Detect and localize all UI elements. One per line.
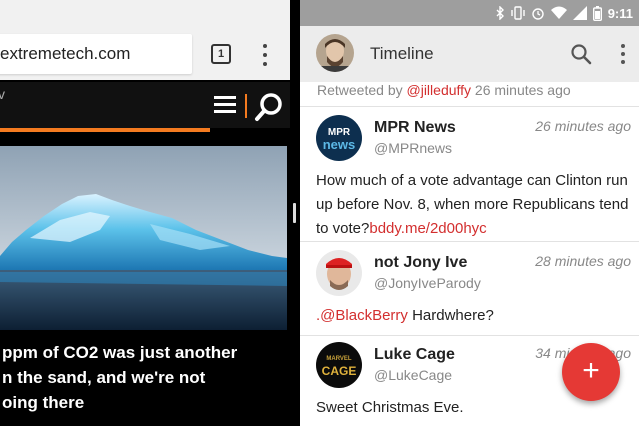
wifi-icon — [550, 6, 567, 19]
tweet-body: How much of a vote advantage can Clinton… — [316, 169, 634, 241]
retweet-time: 26 minutes ago — [471, 82, 571, 98]
tweet-author-name[interactable]: Luke Cage — [374, 346, 455, 364]
address-bar-url[interactable]: extremetech.com — [0, 44, 130, 64]
hamburger-menu-icon[interactable] — [214, 96, 236, 114]
svg-text:CAGE: CAGE — [322, 364, 357, 378]
bluetooth-icon — [496, 6, 504, 20]
browser-toolbar: extremetech.com 1 — [0, 0, 290, 80]
site-accent-bar — [0, 128, 210, 132]
retweet-handle-link[interactable]: @jilleduffy — [407, 82, 472, 98]
battery-icon — [592, 5, 602, 21]
status-clock: 9:11 — [607, 5, 633, 21]
tweet-link[interactable]: bddy.me/2d00hyc — [369, 220, 486, 237]
timeline-title: Timeline — [370, 44, 434, 63]
status-icons: 9:11 — [495, 4, 633, 22]
retweet-attribution: Retweeted by @jilleduffy 26 minutes ago — [317, 82, 571, 98]
browser-pane: extremetech.com 1 v ppm of CO2 was just … — [0, 0, 290, 426]
tweet-text: Hardwhere? — [407, 307, 494, 324]
article-image-iceberg[interactable] — [0, 146, 287, 330]
svg-text:MARVEL: MARVEL — [326, 356, 352, 362]
app-toolbar: Timeline — [300, 26, 639, 82]
tweet-item[interactable]: not Jony Ive @JonyIveParody 28 minutes a… — [300, 242, 639, 335]
retweet-prefix: Retweeted by — [317, 82, 407, 98]
status-bar: 9:11 — [300, 0, 639, 26]
vibrate-icon — [510, 6, 525, 20]
headline-line-2: n the sand, and we're not — [2, 368, 206, 387]
alarm-icon — [531, 8, 544, 20]
tweet-mention-link[interactable]: @BlackBerry — [320, 307, 408, 324]
tweet-timestamp: 26 minutes ago — [535, 118, 631, 134]
tweet-author-handle[interactable]: @JonyIveParody — [374, 275, 481, 291]
address-bar[interactable]: extremetech.com — [0, 34, 192, 74]
site-search-icon[interactable] — [254, 92, 284, 122]
browser-menu-icon[interactable] — [257, 42, 273, 68]
tweet-text: Sweet Christmas Eve. — [316, 399, 464, 416]
divider-drag-handle[interactable] — [293, 203, 296, 223]
header-divider — [245, 94, 247, 118]
tweet-avatar-jony[interactable] — [316, 250, 362, 296]
tweet-timestamp: 28 minutes ago — [535, 253, 631, 269]
headline-line-1: ppm of CO2 was just another — [2, 343, 238, 362]
overflow-menu-icon[interactable] — [618, 40, 628, 68]
tweet-author-name[interactable]: not Jony Ive — [374, 254, 467, 272]
compose-tweet-button[interactable]: + — [562, 343, 620, 401]
article-headline[interactable]: ppm of CO2 was just another n the sand, … — [0, 340, 290, 415]
site-nav-chevron[interactable]: v — [0, 86, 5, 102]
tab-switcher-button[interactable]: 1 — [211, 44, 231, 64]
search-icon[interactable] — [570, 43, 592, 65]
tweet-author-name[interactable]: MPR News — [374, 119, 456, 137]
tweet-item[interactable]: MPR news MPR News @MPRnews 26 minutes ag… — [300, 107, 639, 241]
svg-text:news: news — [323, 137, 356, 152]
tweet-body: .@BlackBerry Hardwhere? — [316, 304, 634, 328]
tweet-author-handle[interactable]: @LukeCage — [374, 367, 452, 383]
headline-line-3: oing there — [2, 393, 85, 412]
tweet-avatar-mpr[interactable]: MPR news — [316, 115, 362, 161]
tweet-author-handle[interactable]: @MPRnews — [374, 140, 452, 156]
cell-signal-icon — [572, 6, 587, 20]
twitter-app-pane: 9:11 Timeline Retweeted by @jilleduffy 2… — [300, 0, 639, 426]
tweet-avatar-lukecage[interactable]: MARVEL CAGE — [316, 342, 362, 388]
profile-avatar[interactable] — [316, 34, 354, 72]
